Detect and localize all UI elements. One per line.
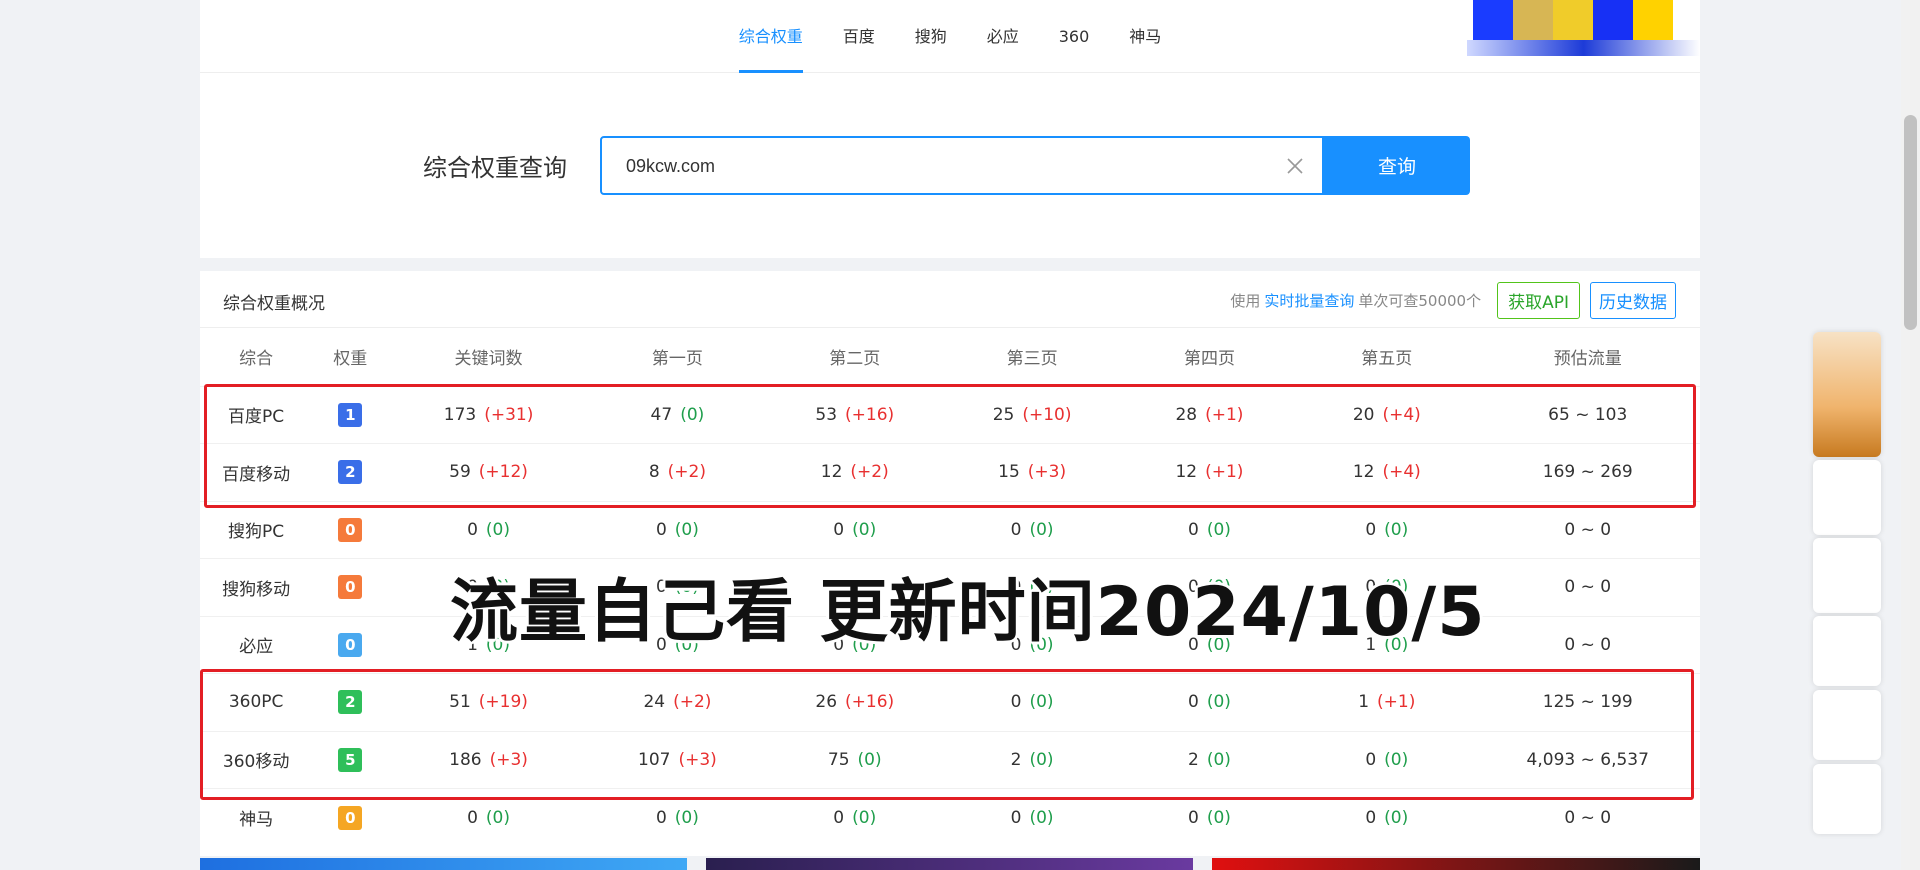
note-prefix: 使用: [1230, 292, 1261, 310]
count-delta: (0): [852, 807, 877, 828]
count-cell: 0 (0): [588, 500, 767, 559]
count-delta: (0): [1384, 807, 1409, 828]
count-delta: (0): [485, 807, 511, 828]
estimated-flow: 0 ~ 0: [1475, 615, 1700, 674]
count-value: 0: [1010, 807, 1022, 828]
col-header: 第二页: [829, 349, 881, 370]
side-tool-5[interactable]: [1813, 764, 1881, 834]
side-tool-2[interactable]: [1813, 538, 1881, 613]
count-value: 0: [1187, 519, 1199, 540]
search-box: [600, 136, 1324, 195]
summary-tools: 使用 实时批量查询 单次可查50000个 获取API 历史数据: [1230, 282, 1676, 319]
count-delta: (0): [674, 807, 699, 828]
note-suffix: 单次可查50000个: [1358, 292, 1482, 310]
side-tool-4[interactable]: [1813, 690, 1881, 760]
col-header: 关键词数: [454, 349, 523, 370]
count-delta: (0): [674, 519, 699, 540]
col-header: 综合: [239, 349, 274, 370]
weight-badge: 0: [338, 632, 363, 657]
clear-icon[interactable]: [1284, 155, 1306, 177]
weight-cell: 0: [312, 558, 389, 616]
domain-input[interactable]: [626, 152, 1226, 180]
weight-badge: 0: [338, 805, 363, 830]
summary-title: 综合权重概况: [223, 294, 325, 314]
side-promo-image[interactable]: [1813, 332, 1881, 457]
count-cell: 0 (0): [1120, 500, 1299, 559]
summary-header: 综合权重概况 使用 实时批量查询 单次可查50000个 获取API 历史数据: [200, 271, 1700, 328]
engine-name: 必应: [200, 615, 313, 674]
col-header: 第五页: [1361, 349, 1413, 370]
count-cell: 0 (0): [943, 500, 1121, 559]
banner-ad-image: [1467, 0, 1700, 56]
count-value: 0: [467, 807, 478, 828]
weight-badge: 0: [338, 517, 363, 542]
count-delta: (0): [1029, 807, 1054, 828]
count-delta: (0): [852, 519, 877, 540]
col-header: 第三页: [1006, 349, 1058, 370]
get-api-button[interactable]: 获取API: [1497, 282, 1580, 319]
engine-name: 搜狗移动: [200, 558, 313, 616]
count-value: 0: [1010, 519, 1022, 540]
overlay-caption: 流量自己看 更新时间2024/10/5: [450, 573, 1486, 652]
count-value: 0: [833, 807, 845, 828]
count-value: 0: [1187, 807, 1199, 828]
tab-360[interactable]: 360: [1039, 0, 1110, 73]
count-value: 0: [655, 807, 667, 828]
weight-cell: 0: [312, 500, 389, 559]
count-cell: 0 (0): [766, 500, 944, 559]
ad-banner-2[interactable]: [706, 858, 1193, 870]
scrollbar[interactable]: [1901, 0, 1920, 870]
search-row: 综合权重查询 查询: [200, 136, 1700, 196]
query-button[interactable]: 查询: [1324, 136, 1470, 195]
batch-query-link[interactable]: 实时批量查询: [1264, 290, 1354, 311]
count-delta: (0): [1029, 519, 1054, 540]
engine-name: 搜狗PC: [200, 500, 313, 559]
count-delta: (0): [1206, 519, 1231, 540]
count-value: 0: [655, 519, 667, 540]
count-value: 0: [467, 519, 478, 540]
tab-bing[interactable]: 必应: [967, 0, 1039, 73]
tab-shenma[interactable]: 神马: [1109, 0, 1181, 73]
col-header: 权重: [333, 349, 368, 370]
tab-sogou[interactable]: 搜狗: [895, 0, 967, 73]
count-delta: (0): [1384, 519, 1409, 540]
estimated-flow: 0 ~ 0: [1475, 500, 1700, 559]
ad-banner-3[interactable]: [1212, 858, 1700, 870]
highlight-box-360: [200, 669, 1694, 800]
count-value: 0: [1365, 519, 1377, 540]
weight-badge: 0: [338, 575, 363, 600]
history-data-button[interactable]: 历史数据: [1590, 282, 1676, 319]
count-cell: 0 (0): [388, 500, 589, 559]
weight-cell: 0: [312, 615, 389, 674]
col-header: 第四页: [1183, 349, 1235, 370]
col-header: 第一页: [651, 349, 703, 370]
ad-banner-1[interactable]: [200, 858, 687, 870]
table-header-row: 综合 权重 关键词数 第一页 第二页 第三页 第四页 第五页 预估流量: [200, 328, 1700, 386]
side-tool-3[interactable]: [1813, 616, 1881, 686]
col-header: 预估流量: [1553, 349, 1622, 370]
count-value: 0: [1365, 807, 1377, 828]
count-value: 0: [833, 519, 845, 540]
count-cell: 0 (0): [1298, 500, 1476, 559]
estimated-flow: 0 ~ 0: [1475, 558, 1700, 616]
count-delta: (0): [1206, 807, 1231, 828]
scroll-thumb[interactable]: [1904, 115, 1917, 330]
side-tool-1[interactable]: [1813, 460, 1881, 535]
search-title: 综合权重查询: [423, 154, 567, 182]
highlight-box-baidu: [204, 384, 1696, 508]
tab-baidu[interactable]: 百度: [823, 0, 895, 73]
tab-comprehensive[interactable]: 综合权重: [719, 0, 823, 73]
count-delta: (0): [485, 519, 511, 540]
table-row: 搜狗PC 0 0 (0) 0 (0) 0 (0) 0 (0) 0 (0) 0 (0) 0 ~ 0: [200, 500, 1700, 559]
